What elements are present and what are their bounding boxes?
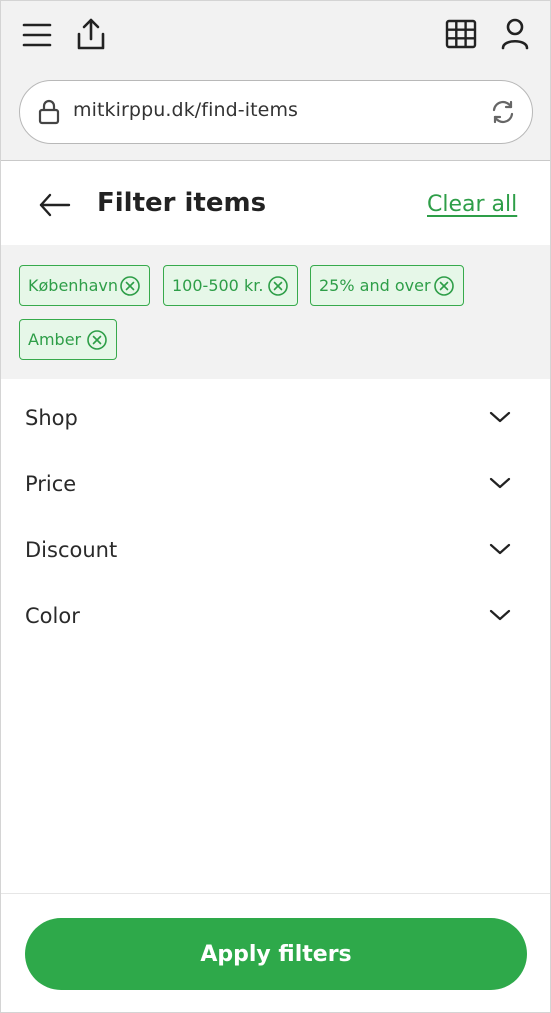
chevron-down-icon [489, 477, 511, 489]
grid-icon[interactable] [445, 18, 477, 50]
chip-label: 100-500 kr. [172, 276, 264, 295]
filter-chip[interactable]: 100-500 kr. [163, 265, 298, 306]
filter-section-label: Discount [25, 538, 118, 562]
chip-label: Amber [28, 330, 82, 349]
arrow-left-icon[interactable] [38, 192, 72, 218]
filter-section-label: Shop [25, 406, 78, 430]
user-icon[interactable] [499, 17, 531, 51]
address-bar[interactable]: mitkirppu.dk/find-items [19, 80, 533, 144]
filter-section-color[interactable]: Color [1, 585, 550, 651]
reload-icon[interactable] [490, 99, 516, 125]
chevron-down-icon [489, 609, 511, 621]
filter-chip[interactable]: København [19, 265, 150, 306]
browser-chrome: mitkirppu.dk/find-items [1, 1, 550, 161]
filter-section-shop[interactable]: Shop [1, 387, 550, 453]
filter-section-label: Price [25, 472, 77, 496]
filter-chip[interactable]: 25% and over [310, 265, 464, 306]
chip-label: 25% and over [319, 276, 431, 295]
chip-label: København [28, 276, 118, 295]
remove-chip-icon[interactable] [267, 275, 289, 297]
filter-section-label: Color [25, 604, 80, 628]
page-title: Filter items [97, 188, 267, 218]
chevron-down-icon [489, 543, 511, 555]
footer-bar: Apply filters [1, 893, 550, 1012]
filter-section-discount[interactable]: Discount [1, 519, 550, 585]
filter-chip[interactable]: Amber [19, 319, 117, 360]
share-icon[interactable] [75, 17, 107, 51]
apply-filters-button[interactable]: Apply filters [25, 918, 527, 990]
remove-chip-icon[interactable] [86, 329, 108, 351]
lock-icon [38, 99, 60, 125]
remove-chip-icon[interactable] [433, 275, 455, 297]
chevron-down-icon [489, 411, 511, 423]
menu-icon[interactable] [21, 19, 53, 51]
filter-section-price[interactable]: Price [1, 453, 550, 519]
page-header: Filter items Clear all [1, 162, 550, 245]
remove-chip-icon[interactable] [119, 275, 141, 297]
clear-all-link[interactable]: Clear all [427, 192, 517, 217]
active-filters: København 100-500 kr. 25% and over Amber [1, 245, 550, 379]
phone-screen: mitkirppu.dk/find-items Filter items Cle… [0, 0, 551, 1013]
url-text[interactable]: mitkirppu.dk/find-items [73, 99, 298, 121]
